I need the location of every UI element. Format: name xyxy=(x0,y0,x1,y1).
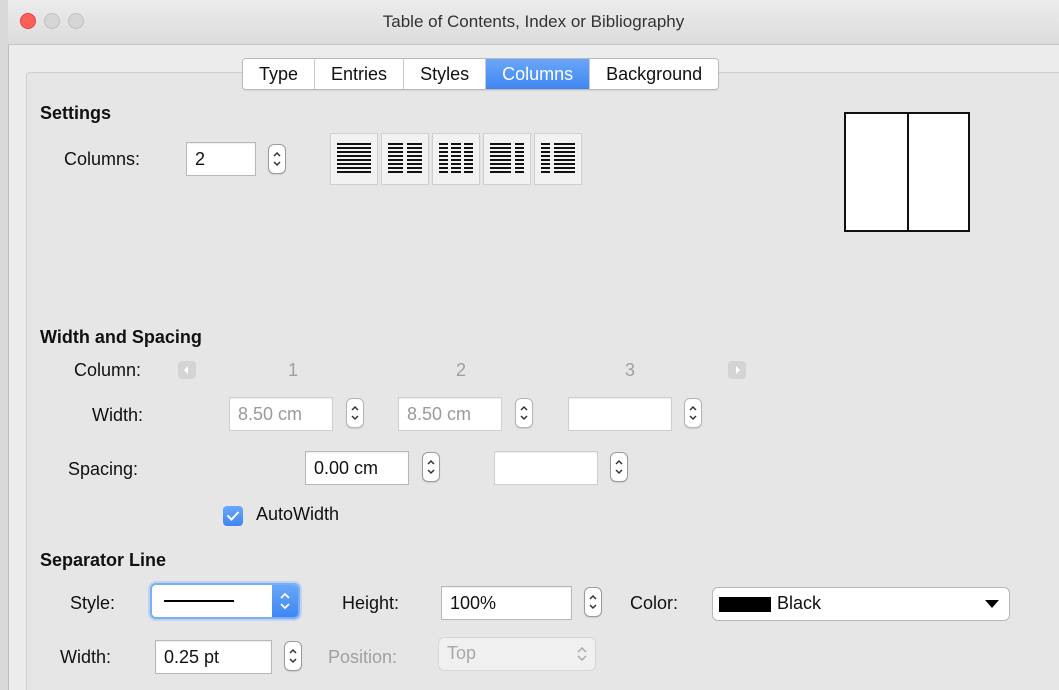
spacing1-spinner[interactable] xyxy=(422,452,440,482)
spinner-arrows-icon xyxy=(351,405,359,421)
layout-three-columns-button[interactable] xyxy=(432,133,480,185)
separator-heading: Separator Line xyxy=(40,550,167,570)
column1-width-input[interactable]: 8.50 cm xyxy=(229,397,333,431)
autowidth-label: AutoWidth xyxy=(256,504,340,524)
column-number-3: 3 xyxy=(625,360,636,380)
spacing2-input[interactable] xyxy=(494,451,598,485)
title-bar: Table of Contents, Index or Bibliography xyxy=(8,0,1059,45)
columns-label: Columns: xyxy=(64,149,141,169)
three-columns-icon xyxy=(439,143,473,173)
minimize-window-button[interactable] xyxy=(44,13,60,29)
line-style-select[interactable] xyxy=(150,583,300,619)
column3-width-input[interactable] xyxy=(568,397,672,431)
tab-bar: Type Entries Styles Columns Background xyxy=(242,58,720,90)
height-spinner[interactable] xyxy=(584,587,602,617)
spinner-arrows-icon xyxy=(520,405,528,421)
two-columns-icon xyxy=(388,143,422,173)
spacing1-input[interactable]: 0.00 cm xyxy=(305,451,409,485)
layout-left-wide-button[interactable] xyxy=(483,133,531,185)
chevron-down-icon xyxy=(985,600,999,608)
spinner-arrows-icon xyxy=(427,459,435,475)
color-swatch xyxy=(719,597,771,612)
column2-width-input[interactable]: 8.50 cm xyxy=(398,397,502,431)
right-wide-columns-icon xyxy=(541,143,575,173)
column1-width-spinner[interactable] xyxy=(346,398,364,428)
window-edge xyxy=(0,0,9,690)
left-wide-columns-icon xyxy=(490,143,524,173)
layout-one-column-button[interactable] xyxy=(330,133,378,185)
column-number-2: 2 xyxy=(456,360,467,380)
checkmark-icon xyxy=(227,511,239,521)
spacing-label: Spacing: xyxy=(68,459,139,479)
layout-right-wide-button[interactable] xyxy=(534,133,582,185)
arrow-right-icon xyxy=(736,366,740,374)
columns-input[interactable]: 2 xyxy=(186,142,256,176)
tab-styles[interactable]: Styles xyxy=(404,59,487,89)
height-input[interactable]: 100% xyxy=(441,586,572,620)
tab-background[interactable]: Background xyxy=(590,59,719,89)
layout-two-columns-button[interactable] xyxy=(381,133,429,185)
column-prev-button[interactable] xyxy=(178,361,196,379)
zoom-window-button[interactable] xyxy=(68,13,84,29)
spinner-arrows-icon xyxy=(289,648,297,664)
columns-preview xyxy=(844,112,970,232)
column-next-button[interactable] xyxy=(728,361,746,379)
tab-type[interactable]: Type xyxy=(243,59,316,89)
columns-spinner[interactable] xyxy=(268,144,286,174)
select-arrows-icon xyxy=(577,646,587,662)
column-number-1: 1 xyxy=(288,360,299,380)
width-spacing-heading: Width and Spacing xyxy=(40,327,202,347)
close-window-button[interactable] xyxy=(20,13,36,29)
width-label: Width: xyxy=(92,405,144,425)
position-label: Position: xyxy=(328,647,398,667)
color-select[interactable]: Black xyxy=(712,587,1010,621)
color-value: Black xyxy=(777,593,822,613)
column3-width-spinner[interactable] xyxy=(684,398,702,428)
column2-width-spinner[interactable] xyxy=(515,398,533,428)
preview-column-divider xyxy=(907,114,909,230)
line-width-input[interactable]: 0.25 pt xyxy=(155,640,272,674)
style-label: Style: xyxy=(70,593,116,613)
height-label: Height: xyxy=(342,593,400,613)
line-width-label: Width: xyxy=(60,647,112,667)
one-column-icon xyxy=(337,143,371,173)
select-arrows-icon xyxy=(272,585,298,617)
spinner-arrows-icon xyxy=(589,594,597,610)
arrow-left-icon xyxy=(184,366,188,374)
tab-entries[interactable]: Entries xyxy=(315,59,405,89)
spacing2-spinner[interactable] xyxy=(610,452,628,482)
position-select[interactable]: Top xyxy=(438,637,596,671)
autowidth-checkbox[interactable] xyxy=(223,506,243,526)
spinner-arrows-icon xyxy=(615,459,623,475)
spinner-arrows-icon xyxy=(689,405,697,421)
color-label: Color: xyxy=(630,593,679,613)
line-width-spinner[interactable] xyxy=(284,641,302,671)
window-title: Table of Contents, Index or Bibliography xyxy=(382,12,685,31)
line-style-preview xyxy=(164,600,234,602)
position-value: Top xyxy=(447,643,477,663)
tab-columns[interactable]: Columns xyxy=(486,59,591,89)
column-label: Column: xyxy=(74,360,142,380)
spinner-arrows-icon xyxy=(273,151,281,167)
settings-heading: Settings xyxy=(40,103,112,123)
